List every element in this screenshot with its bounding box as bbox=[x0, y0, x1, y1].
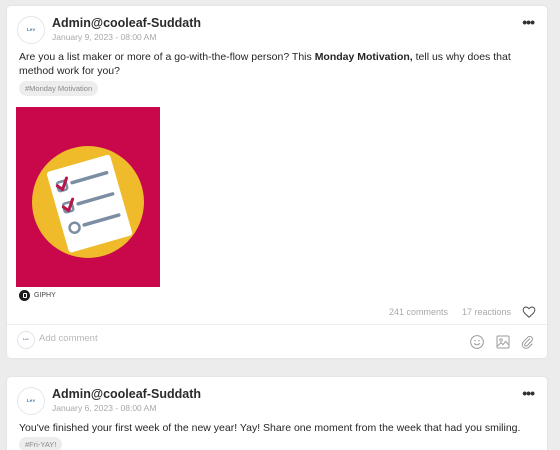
commenter-avatar: Lev bbox=[17, 331, 35, 349]
post-card: Lev Admin@cooleaf-Suddath January 6, 202… bbox=[7, 377, 547, 450]
post-body: You've finished your first week of the n… bbox=[19, 422, 521, 434]
divider bbox=[7, 324, 547, 325]
gif-image[interactable] bbox=[16, 107, 160, 287]
avatar[interactable]: Lev bbox=[17, 16, 45, 44]
more-options-icon[interactable]: ••• bbox=[522, 15, 535, 29]
post-author[interactable]: Admin@cooleaf-Suddath bbox=[52, 16, 201, 30]
post-author[interactable]: Admin@cooleaf-Suddath bbox=[52, 387, 201, 401]
giphy-icon bbox=[19, 290, 30, 301]
image-icon[interactable] bbox=[495, 334, 511, 350]
avatar[interactable]: Lev bbox=[17, 387, 45, 415]
hashtag-chip[interactable]: #Fri-YAY! bbox=[19, 437, 63, 450]
hashtag-chip[interactable]: #Monday Motivation bbox=[19, 81, 99, 96]
more-options-icon[interactable]: ••• bbox=[522, 386, 535, 400]
emoji-icon[interactable] bbox=[469, 334, 485, 350]
reactions-count[interactable]: 17 reactions bbox=[462, 307, 511, 317]
post-stats: 241 comments 17 reactions bbox=[389, 307, 511, 317]
giphy-credit: GIPHY bbox=[19, 290, 56, 301]
post-body: Are you a list maker or more of a go-wit… bbox=[19, 50, 539, 78]
commenter-avatar-logo-text: Lev bbox=[23, 337, 29, 342]
heart-icon[interactable] bbox=[522, 305, 536, 319]
giphy-label: GIPHY bbox=[34, 292, 56, 299]
avatar-logo-text: Lev bbox=[26, 26, 36, 32]
avatar-logo-text: Lev bbox=[26, 397, 36, 403]
paperclip-icon[interactable] bbox=[519, 334, 535, 350]
checklist-illustration bbox=[32, 146, 144, 258]
post-text-before: Are you a list maker or more of a go-wit… bbox=[19, 51, 315, 63]
post-date: January 6, 2023 - 08:00 AM bbox=[52, 403, 157, 413]
comment-input[interactable] bbox=[39, 333, 239, 344]
comments-count[interactable]: 241 comments bbox=[389, 307, 448, 317]
post-date: January 9, 2023 - 08:00 AM bbox=[52, 32, 157, 42]
post-text-bold: Monday Motivation, bbox=[314, 51, 413, 63]
post-card: Lev Admin@cooleaf-Suddath January 9, 202… bbox=[7, 6, 547, 358]
